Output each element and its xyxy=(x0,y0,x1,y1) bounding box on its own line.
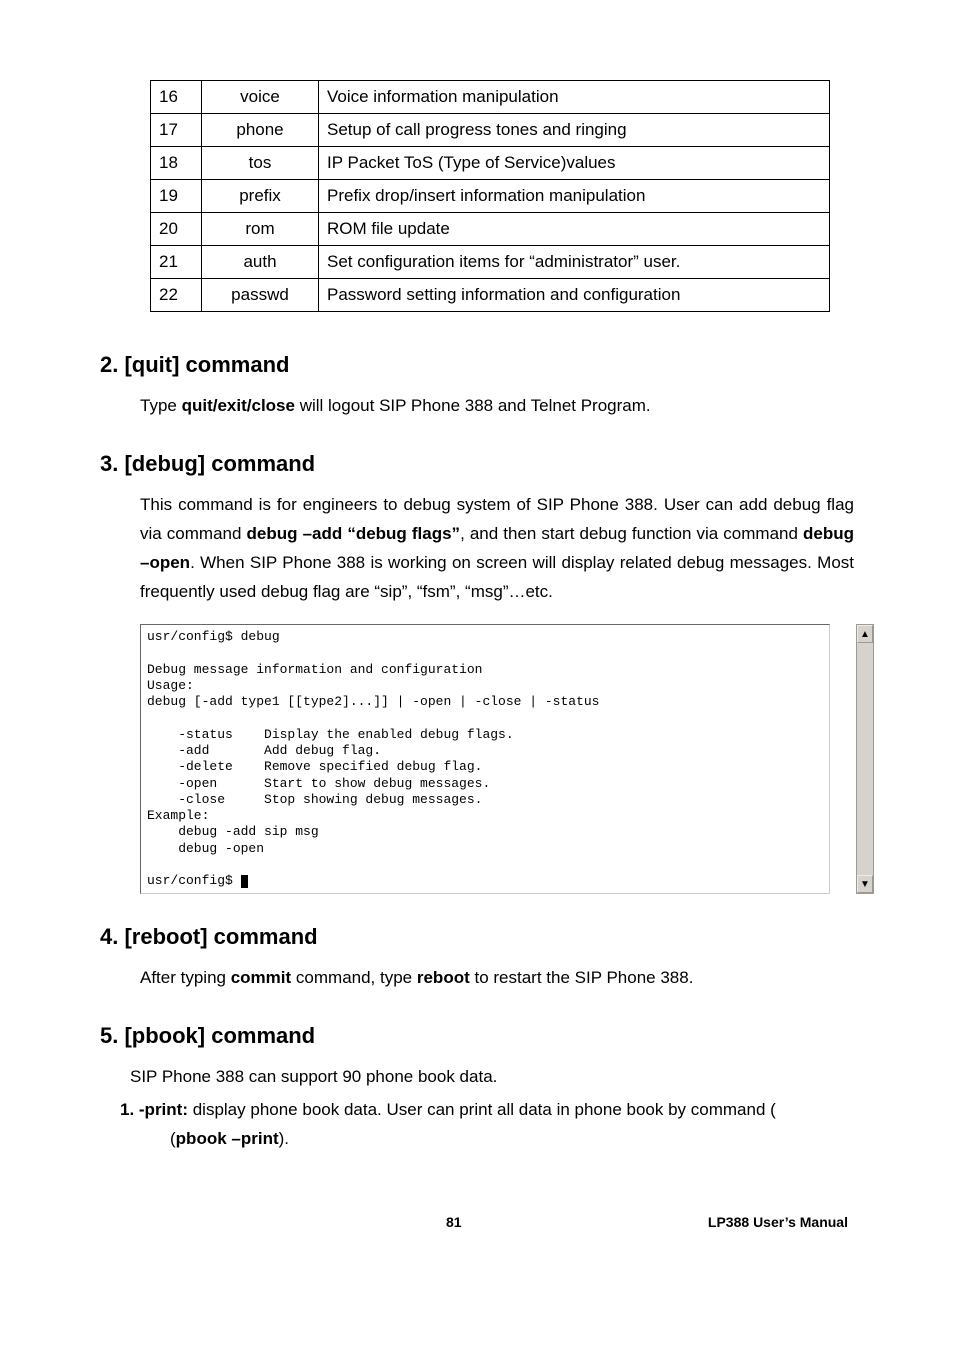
terminal-output: usr/config$ debug Debug message informat… xyxy=(140,624,830,894)
row-cmd: prefix xyxy=(202,180,319,213)
section-heading-pbook: 5. [pbook] command xyxy=(100,1023,854,1049)
row-desc: IP Packet ToS (Type of Service)values xyxy=(319,147,830,180)
text-bold: quit/exit/close xyxy=(182,396,295,415)
row-index: 18 xyxy=(151,147,202,180)
text: User’s Manual xyxy=(753,1214,848,1230)
text-bold: 1. -print: xyxy=(120,1100,188,1119)
text: display phone book data. User can print … xyxy=(188,1100,776,1119)
term-line: -close Stop showing debug messages. xyxy=(147,792,482,807)
text: will logout SIP Phone 388 and Telnet Pro… xyxy=(295,396,651,415)
page-content: 16 voice Voice information manipulation … xyxy=(0,0,954,1270)
text-bold: commit xyxy=(231,968,291,987)
row-index: 21 xyxy=(151,246,202,279)
text-bold: pbook –print xyxy=(176,1129,279,1148)
term-line: Example: xyxy=(147,808,209,823)
table-row: 18 tos IP Packet ToS (Type of Service)va… xyxy=(151,147,830,180)
section-heading-debug: 3. [debug] command xyxy=(100,451,854,477)
term-line: -status Display the enabled debug flags. xyxy=(147,727,514,742)
quit-paragraph: Type quit/exit/close will logout SIP Pho… xyxy=(140,392,854,421)
row-index: 17 xyxy=(151,114,202,147)
row-cmd: tos xyxy=(202,147,319,180)
indent: (pbook –print). xyxy=(170,1129,289,1148)
pbook-paragraph-1: SIP Phone 388 can support 90 phone book … xyxy=(130,1063,854,1092)
scroll-up-icon[interactable]: ▲ xyxy=(857,625,873,643)
row-index: 19 xyxy=(151,180,202,213)
text: After typing xyxy=(140,968,231,987)
term-prompt: usr/config$ xyxy=(147,873,241,888)
table-row: 21 auth Set configuration items for “adm… xyxy=(151,246,830,279)
reboot-paragraph: After typing commit command, type reboot… xyxy=(140,964,854,993)
text: LP388 xyxy=(708,1214,753,1230)
term-line: -add Add debug flag. xyxy=(147,743,381,758)
term-line: debug [-add type1 [[type2]...]] | -open … xyxy=(147,694,599,709)
term-line: usr/config$ debug xyxy=(147,629,280,644)
row-index: 22 xyxy=(151,279,202,312)
row-desc: Set configuration items for “administrat… xyxy=(319,246,830,279)
page-footer: 81 LP388 User’s Manual xyxy=(100,1214,854,1230)
row-desc: Password setting information and configu… xyxy=(319,279,830,312)
text: . When SIP Phone 388 is working on scree… xyxy=(140,553,854,601)
text-bold: reboot xyxy=(417,968,470,987)
text: to restart the SIP Phone 388. xyxy=(470,968,694,987)
row-cmd: voice xyxy=(202,81,319,114)
row-desc: Setup of call progress tones and ringing xyxy=(319,114,830,147)
term-line: debug -open xyxy=(147,841,264,856)
row-cmd: passwd xyxy=(202,279,319,312)
text-bold: debug –add “debug flags” xyxy=(247,524,461,543)
text: Type xyxy=(140,396,182,415)
scroll-down-icon[interactable]: ▼ xyxy=(857,875,873,893)
table-row: 19 prefix Prefix drop/insert information… xyxy=(151,180,830,213)
pbook-paragraph-2: 1. -print: display phone book data. User… xyxy=(120,1096,854,1154)
table-row: 20 rom ROM file update xyxy=(151,213,830,246)
term-line: Debug message information and configurat… xyxy=(147,662,482,677)
row-cmd: auth xyxy=(202,246,319,279)
row-desc: Prefix drop/insert information manipulat… xyxy=(319,180,830,213)
command-table: 16 voice Voice information manipulation … xyxy=(150,80,830,312)
table-row: 22 passwd Password setting information a… xyxy=(151,279,830,312)
page-number: 81 xyxy=(446,1214,462,1230)
row-index: 16 xyxy=(151,81,202,114)
terminal-container: usr/config$ debug Debug message informat… xyxy=(140,624,854,894)
row-index: 20 xyxy=(151,213,202,246)
row-desc: Voice information manipulation xyxy=(319,81,830,114)
section-heading-quit: 2. [quit] command xyxy=(100,352,854,378)
manual-title: LP388 User’s Manual xyxy=(708,1214,848,1230)
row-cmd: phone xyxy=(202,114,319,147)
section-heading-reboot: 4. [reboot] command xyxy=(100,924,854,950)
text: command, type xyxy=(291,968,417,987)
term-line: debug -add sip msg xyxy=(147,824,319,839)
table-row: 17 phone Setup of call progress tones an… xyxy=(151,114,830,147)
row-cmd: rom xyxy=(202,213,319,246)
term-line: -delete Remove specified debug flag. xyxy=(147,759,482,774)
debug-paragraph: This command is for engineers to debug s… xyxy=(140,491,854,607)
text: ). xyxy=(279,1129,289,1148)
scrollbar[interactable]: ▲ ▼ xyxy=(856,624,874,894)
term-line: Usage: xyxy=(147,678,194,693)
text: , and then start debug function via comm… xyxy=(460,524,803,543)
table-row: 16 voice Voice information manipulation xyxy=(151,81,830,114)
cursor-icon xyxy=(241,875,248,888)
term-line: -open Start to show debug messages. xyxy=(147,776,490,791)
row-desc: ROM file update xyxy=(319,213,830,246)
